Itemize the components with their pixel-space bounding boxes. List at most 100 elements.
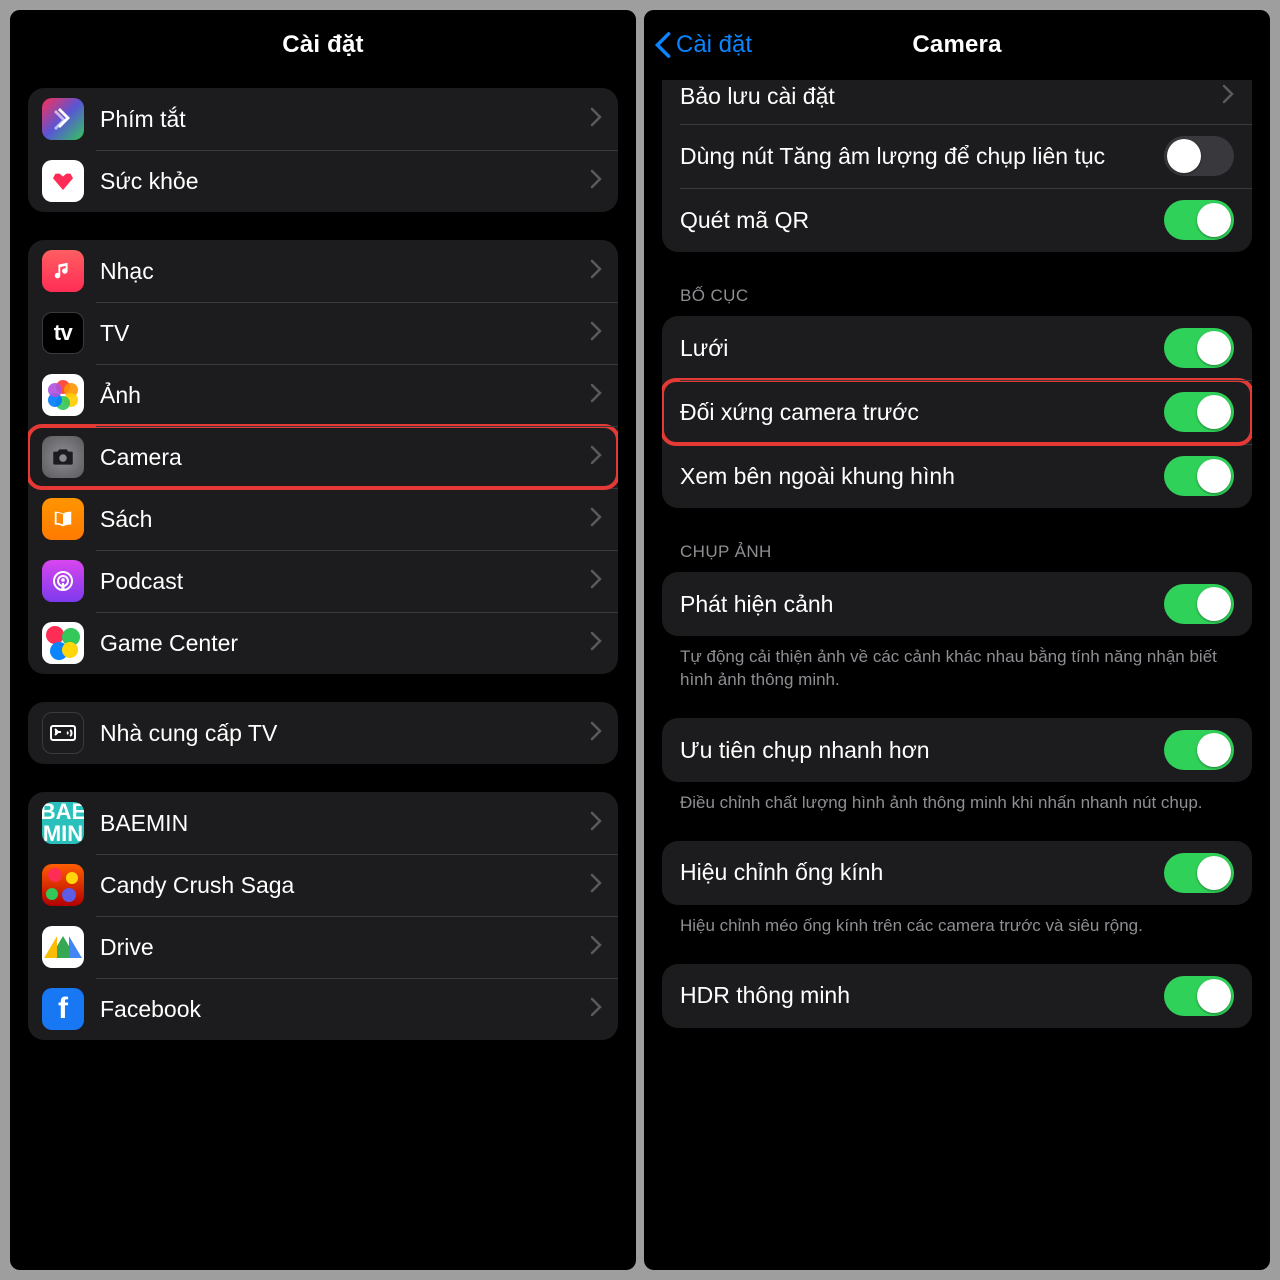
switch-hdr[interactable] (1164, 976, 1234, 1016)
row-volburst[interactable]: Dùng nút Tăng âm lượng để chụp liên tục (662, 124, 1252, 188)
row-books-label: Sách (100, 506, 590, 533)
chevron-right-icon (590, 631, 602, 656)
switch-faster[interactable] (1164, 730, 1234, 770)
switch-grid[interactable] (1164, 328, 1234, 368)
switch-qr[interactable] (1164, 200, 1234, 240)
row-candycrush[interactable]: Candy Crush Saga (28, 854, 618, 916)
group-scene: Phát hiện cảnh (662, 572, 1252, 636)
row-camera-label: Camera (100, 444, 590, 471)
gdrive-icon (42, 926, 84, 968)
row-mirror[interactable]: Đối xứng camera trước (662, 380, 1252, 444)
row-grid[interactable]: Lưới (662, 316, 1252, 380)
health-icon (42, 160, 84, 202)
right-navbar-title: Camera (912, 31, 1001, 59)
switch-volburst[interactable] (1164, 136, 1234, 176)
row-tvprovider[interactable]: Nhà cung cấp TV (28, 702, 618, 764)
row-lenscorr[interactable]: Hiệu chỉnh ống kính (662, 841, 1252, 905)
left-navbar: Cài đặt (10, 10, 636, 80)
group-tvprovider: Nhà cung cấp TV (28, 702, 618, 764)
switch-scene[interactable] (1164, 584, 1234, 624)
switch-lenscorr[interactable] (1164, 853, 1234, 893)
switch-outside[interactable] (1164, 456, 1234, 496)
chevron-right-icon (590, 997, 602, 1022)
chevron-right-icon (590, 811, 602, 836)
row-lenscorr-label: Hiệu chỉnh ống kính (680, 858, 1164, 887)
row-qr[interactable]: Quét mã QR (662, 188, 1252, 252)
row-music[interactable]: Nhạc (28, 240, 618, 302)
row-qr-label: Quét mã QR (680, 206, 1164, 235)
row-hdr[interactable]: HDR thông minh (662, 964, 1252, 1028)
shortcuts-icon (42, 98, 84, 140)
row-faster-label: Ưu tiên chụp nhanh hơn (680, 736, 1164, 765)
row-baemin-label: BAEMIN (100, 810, 590, 837)
books-icon (42, 498, 84, 540)
facebook-icon: f (42, 988, 84, 1030)
row-faster[interactable]: Ưu tiên chụp nhanh hơn (662, 718, 1252, 782)
row-candycrush-label: Candy Crush Saga (100, 872, 590, 899)
note-lenscorr: Hiệu chỉnh méo ống kính trên các camera … (662, 905, 1252, 938)
podcast-icon (42, 560, 84, 602)
left-phone: Cài đặt Phím tắt Sức khỏe (10, 10, 636, 1270)
row-tv-label: TV (100, 320, 590, 347)
group-shortcuts-health: Phím tắt Sức khỏe (28, 88, 618, 212)
row-camera[interactable]: Camera (28, 426, 618, 488)
row-baemin[interactable]: BAEMIN BAEMIN (28, 792, 618, 854)
right-navbar: Cài đặt Camera (644, 10, 1270, 80)
switch-mirror[interactable] (1164, 392, 1234, 432)
section-layout-title: BỐ CỤC (680, 286, 1252, 306)
note-scene: Tự động cải thiện ảnh về các cảnh khác n… (662, 636, 1252, 692)
chevron-right-icon (590, 383, 602, 408)
chevron-right-icon (590, 873, 602, 898)
row-hdr-label: HDR thông minh (680, 981, 1164, 1010)
row-shortcuts[interactable]: Phím tắt (28, 88, 618, 150)
right-scroll[interactable]: Bảo lưu cài đặt Dùng nút Tăng âm lượng đ… (644, 80, 1270, 1270)
row-podcast-label: Podcast (100, 568, 590, 595)
candycrush-icon (42, 864, 84, 906)
chevron-right-icon (590, 935, 602, 960)
row-shortcuts-label: Phím tắt (100, 106, 590, 133)
left-navbar-title: Cài đặt (282, 31, 363, 59)
row-gamecenter-label: Game Center (100, 630, 590, 657)
group-top: Bảo lưu cài đặt Dùng nút Tăng âm lượng đ… (662, 80, 1252, 252)
chevron-right-icon (590, 321, 602, 346)
baemin-icon: BAEMIN (42, 802, 84, 844)
row-photos[interactable]: Ảnh (28, 364, 618, 426)
chevron-right-icon (590, 569, 602, 594)
music-icon (42, 250, 84, 292)
chevron-right-icon (590, 507, 602, 532)
group-media: Nhạc tv TV Ảnh (28, 240, 618, 674)
row-drive[interactable]: Drive (28, 916, 618, 978)
left-scroll[interactable]: Phím tắt Sức khỏe Nhạc (10, 80, 636, 1270)
row-podcast[interactable]: Podcast (28, 550, 618, 612)
chevron-right-icon (590, 107, 602, 132)
row-scene[interactable]: Phát hiện cảnh (662, 572, 1252, 636)
right-phone: Cài đặt Camera Bảo lưu cài đặt Dùng nút … (644, 10, 1270, 1270)
section-capture-title: CHỤP ẢNH (680, 542, 1252, 562)
row-preserve-label: Bảo lưu cài đặt (680, 82, 1222, 111)
gamecenter-icon (42, 622, 84, 664)
row-books[interactable]: Sách (28, 488, 618, 550)
row-mirror-label: Đối xứng camera trước (680, 398, 1164, 427)
group-faster: Ưu tiên chụp nhanh hơn (662, 718, 1252, 782)
row-facebook[interactable]: f Facebook (28, 978, 618, 1040)
row-tvprovider-label: Nhà cung cấp TV (100, 720, 590, 747)
row-gamecenter[interactable]: Game Center (28, 612, 618, 674)
row-drive-label: Drive (100, 934, 590, 961)
chevron-right-icon (590, 721, 602, 746)
back-button-label: Cài đặt (676, 31, 752, 59)
row-outside-label: Xem bên ngoài khung hình (680, 462, 1164, 491)
row-music-label: Nhạc (100, 258, 590, 285)
row-health-label: Sức khỏe (100, 168, 590, 195)
row-grid-label: Lưới (680, 334, 1164, 363)
row-outside[interactable]: Xem bên ngoài khung hình (662, 444, 1252, 508)
group-layout: Lưới Đối xứng camera trước Xem bên ngoài… (662, 316, 1252, 508)
chevron-right-icon (590, 259, 602, 284)
back-button[interactable]: Cài đặt (654, 10, 752, 80)
row-facebook-label: Facebook (100, 996, 590, 1023)
row-preserve[interactable]: Bảo lưu cài đặt (662, 80, 1252, 124)
row-photos-label: Ảnh (100, 382, 590, 409)
row-tv[interactable]: tv TV (28, 302, 618, 364)
group-lenscorr: Hiệu chỉnh ống kính (662, 841, 1252, 905)
row-health[interactable]: Sức khỏe (28, 150, 618, 212)
group-thirdparty: BAEMIN BAEMIN Candy Crush Saga Drive (28, 792, 618, 1040)
